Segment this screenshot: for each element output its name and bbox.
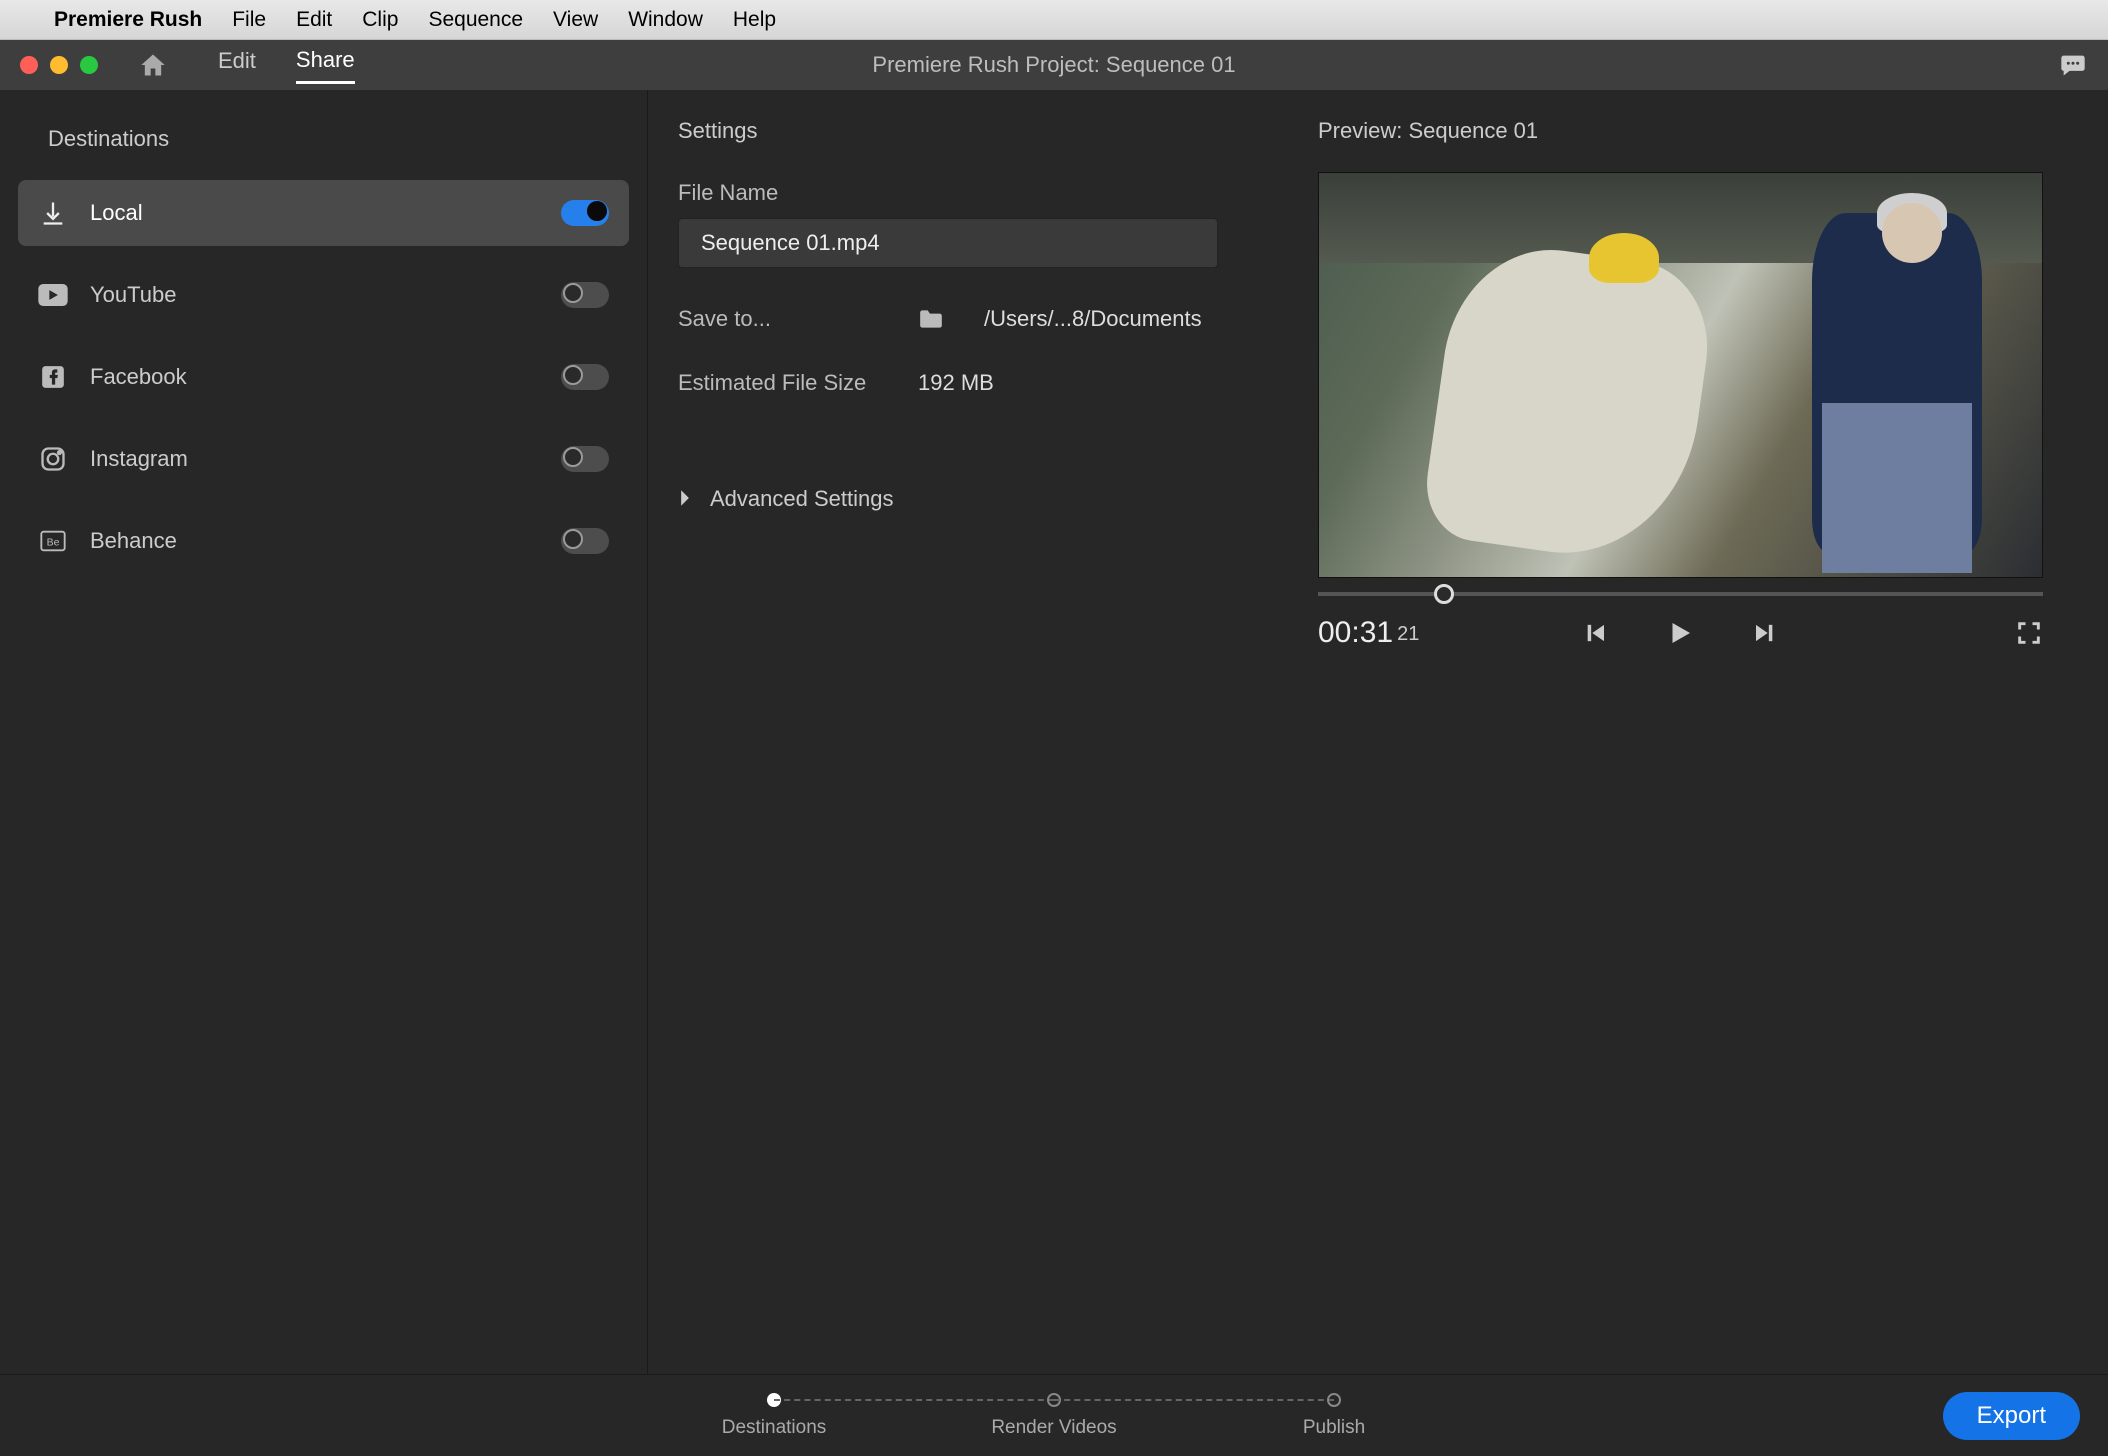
facebook-icon	[38, 362, 68, 392]
youtube-icon	[38, 280, 68, 310]
folder-icon	[918, 308, 944, 330]
export-stepper: Destinations Render Videos Publish	[634, 1393, 1474, 1439]
destinations-sidebar: Destinations Local YouTube Facebook	[0, 90, 648, 1374]
step-back-button[interactable]	[1583, 619, 1611, 647]
destination-instagram-toggle[interactable]	[561, 446, 609, 472]
preview-heading: Preview: Sequence 01	[1318, 118, 2072, 144]
timecode-display: 00:3121	[1318, 616, 1419, 650]
workspace-tabs: Edit Share	[218, 47, 355, 84]
window-close-button[interactable]	[20, 56, 38, 74]
playhead-handle[interactable]	[1434, 584, 1454, 604]
save-to-label: Save to...	[678, 306, 888, 332]
macos-menubar: Premiere Rush File Edit Clip Sequence Vi…	[0, 0, 2108, 40]
preview-scrubber[interactable]	[1318, 592, 2043, 596]
footer-bar: Destinations Render Videos Publish Expor…	[0, 1374, 2108, 1456]
step-destinations[interactable]: Destinations	[634, 1393, 914, 1439]
export-button[interactable]: Export	[1943, 1392, 2080, 1440]
feedback-button[interactable]	[2058, 51, 2088, 79]
destination-facebook-toggle[interactable]	[561, 364, 609, 390]
step-render[interactable]: Render Videos	[914, 1393, 1194, 1439]
step-label: Destinations	[722, 1417, 827, 1439]
app-menu[interactable]: Premiere Rush	[54, 8, 202, 32]
home-button[interactable]	[138, 51, 168, 79]
tab-share[interactable]: Share	[296, 47, 355, 84]
step-publish[interactable]: Publish	[1194, 1393, 1474, 1439]
advanced-settings-toggle[interactable]: Advanced Settings	[678, 486, 1258, 512]
destination-label: Local	[90, 200, 539, 226]
menu-clip[interactable]: Clip	[362, 8, 398, 32]
destination-facebook[interactable]: Facebook	[18, 344, 629, 410]
destination-behance[interactable]: Be Behance	[18, 508, 629, 574]
est-size-value: 192 MB	[918, 370, 994, 396]
step-label: Render Videos	[991, 1417, 1116, 1439]
destination-local-toggle[interactable]	[561, 200, 609, 226]
destination-label: Behance	[90, 528, 539, 554]
preview-viewport[interactable]	[1318, 172, 2043, 578]
destination-local[interactable]: Local	[18, 180, 629, 246]
window-titlebar: Edit Share Premiere Rush Project: Sequen…	[0, 40, 2108, 90]
settings-panel: Settings File Name Save to... /Users/...…	[648, 90, 1288, 1374]
destination-behance-toggle[interactable]	[561, 528, 609, 554]
menu-view[interactable]: View	[553, 8, 598, 32]
preview-panel: Preview: Sequence 01 00:3121	[1288, 90, 2108, 1374]
download-icon	[38, 198, 68, 228]
file-name-label: File Name	[678, 180, 1258, 206]
save-to-path: /Users/...8/Documents	[984, 306, 1202, 332]
window-zoom-button[interactable]	[80, 56, 98, 74]
fullscreen-button[interactable]	[2015, 619, 2043, 647]
menu-window[interactable]: Window	[628, 8, 703, 32]
menu-help[interactable]: Help	[733, 8, 776, 32]
svg-text:Be: Be	[47, 537, 60, 549]
menu-edit[interactable]: Edit	[296, 8, 332, 32]
est-size-row: Estimated File Size 192 MB	[678, 370, 1258, 396]
file-name-input[interactable]	[678, 218, 1218, 268]
step-forward-button[interactable]	[1749, 619, 1777, 647]
instagram-icon	[38, 444, 68, 474]
destination-label: Instagram	[90, 446, 539, 472]
step-label: Publish	[1303, 1417, 1365, 1439]
destination-youtube[interactable]: YouTube	[18, 262, 629, 328]
window-minimize-button[interactable]	[50, 56, 68, 74]
destination-label: Facebook	[90, 364, 539, 390]
traffic-lights	[20, 56, 98, 74]
destinations-heading: Destinations	[48, 126, 629, 152]
destination-instagram[interactable]: Instagram	[18, 426, 629, 492]
window-title: Premiere Rush Project: Sequence 01	[872, 52, 1235, 78]
chevron-right-icon	[678, 489, 692, 507]
est-size-label: Estimated File Size	[678, 370, 888, 396]
tab-edit[interactable]: Edit	[218, 48, 256, 82]
settings-heading: Settings	[678, 118, 1258, 144]
destination-label: YouTube	[90, 282, 539, 308]
menu-sequence[interactable]: Sequence	[428, 8, 523, 32]
play-button[interactable]	[1665, 618, 1695, 648]
timecode-seconds: 00:31	[1318, 616, 1393, 649]
destination-youtube-toggle[interactable]	[561, 282, 609, 308]
save-to-row[interactable]: Save to... /Users/...8/Documents	[678, 306, 1258, 332]
advanced-settings-label: Advanced Settings	[710, 486, 893, 512]
transport-bar: 00:3121	[1318, 616, 2043, 650]
menu-file[interactable]: File	[232, 8, 266, 32]
behance-icon: Be	[38, 526, 68, 556]
timecode-frames: 21	[1397, 623, 1419, 645]
